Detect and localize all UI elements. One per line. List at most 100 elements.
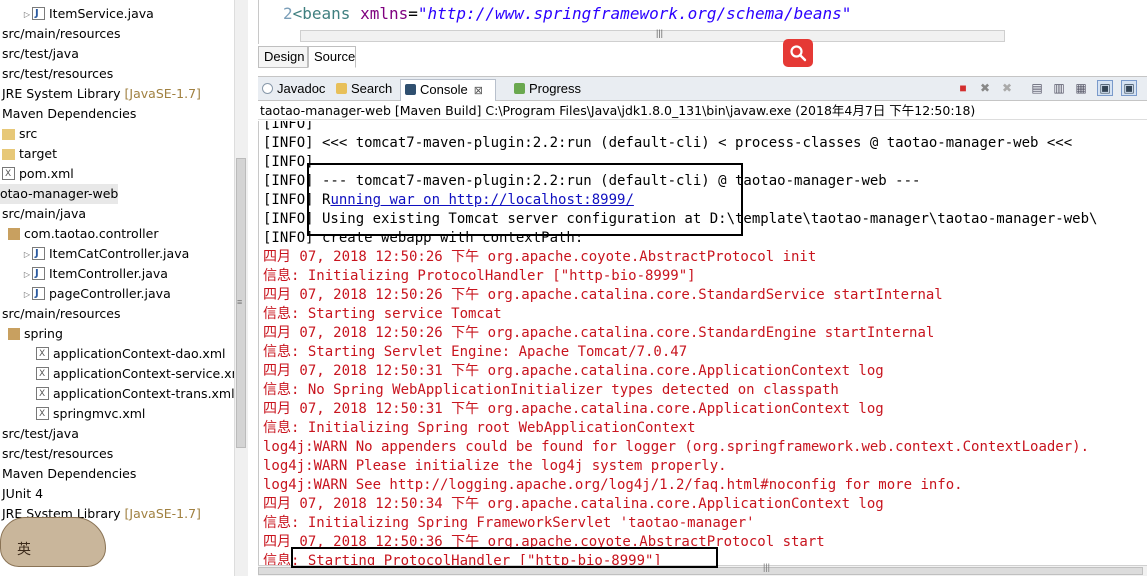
tree-item[interactable]: pom.xml: [0, 164, 74, 184]
tree-item-label: ItemCatController.java: [49, 246, 190, 261]
console-line: 四月 07, 2018 12:50:34 下午 org.apache.catal…: [263, 495, 884, 514]
console-icon: [405, 84, 416, 95]
tree-item-label: target: [19, 146, 58, 161]
close-icon[interactable]: ⊠: [474, 85, 483, 97]
tab-console[interactable]: Console ⊠: [400, 79, 496, 101]
console-line: [INFO]: [263, 121, 314, 134]
console-line: 四月 07, 2018 12:50:26 下午 org.apache.catal…: [263, 324, 934, 343]
java-file-icon: [32, 244, 45, 264]
xml-eq: =: [408, 4, 418, 23]
console-line: [INFO]: [263, 153, 314, 172]
console-line: 四月 07, 2018 12:50:31 下午 org.apache.catal…: [263, 362, 884, 381]
console-line-text: 四月 07, 2018 12:50:31 下午 org.apache.catal…: [263, 401, 884, 417]
tab-design[interactable]: Design: [258, 46, 308, 68]
tree-item[interactable]: spring: [0, 324, 63, 344]
folder-icon: [2, 129, 15, 140]
tree-item-label: src/main/resources: [2, 306, 121, 321]
console-line: 信息: No Spring WebApplicationInitializer …: [263, 381, 839, 400]
tree-item[interactable]: Maven Dependencies: [0, 464, 136, 484]
tree-item-label: pageController.java: [49, 286, 171, 301]
tree-item[interactable]: com.taotao.controller: [0, 224, 158, 244]
tree-item[interactable]: src/main/java: [0, 204, 86, 224]
console-line-text: [INFO]: [263, 154, 314, 170]
console-line: [INFO] <<< tomcat7-maven-plugin:2.2:run …: [263, 134, 1072, 153]
tree-item[interactable]: JUnit 4: [0, 484, 43, 504]
console-line: 信息: Initializing Spring root WebApplicat…: [263, 419, 696, 438]
tree-item-label: applicationContext-dao.xml: [53, 346, 226, 361]
tree-item-label: com.taotao.controller: [24, 226, 159, 241]
console-line-text: 四月 07, 2018 12:50:34 下午 org.apache.catal…: [263, 496, 884, 512]
tab-javadoc[interactable]: Javadoc: [262, 79, 325, 101]
highlight-box-starting-handler: [291, 547, 718, 568]
expand-chevron-icon[interactable]: ▷: [22, 245, 32, 265]
tree-item-label: pom.xml: [19, 166, 74, 181]
tree-item[interactable]: ▷ ItemCatController.java: [0, 244, 189, 264]
tab-search-label: Search: [351, 81, 393, 96]
search-view-icon: [336, 83, 347, 94]
project-explorer: ▷ ItemService.java src/main/resources src/t…: [0, 0, 248, 576]
terminate-icon[interactable]: ■: [955, 80, 971, 96]
console-line: log4j:WARN No appenders could be found f…: [263, 438, 1089, 457]
tree-item-label: src/test/java: [2, 426, 79, 441]
tree-item[interactable]: applicationContext-dao.xml: [0, 344, 225, 364]
console-line-text: 信息: Starting Servlet Engine: Apache Tomc…: [263, 344, 688, 360]
tree-item[interactable]: src/test/java: [0, 44, 79, 64]
expand-chevron-icon[interactable]: ▷: [22, 285, 32, 305]
tree-item[interactable]: ▷ pageController.java: [0, 284, 171, 304]
mascot-sticker: [0, 517, 106, 567]
tree-item[interactable]: src/test/resources: [0, 64, 113, 84]
tab-console-label: Console: [420, 82, 468, 97]
tree-item[interactable]: otao-manager-web: [0, 184, 119, 204]
pin-console-icon[interactable]: ▣: [1121, 80, 1137, 96]
tree-item[interactable]: springmvc.xml: [0, 404, 145, 424]
word-wrap-icon[interactable]: ▦: [1073, 80, 1089, 96]
tree-item[interactable]: src/main/resources: [0, 24, 120, 44]
tab-progress[interactable]: Progress: [514, 79, 581, 101]
console-launch-label: taotao-manager-web [Maven Build] C:\Prog…: [258, 101, 1147, 120]
remove-all-icon[interactable]: ✖: [999, 80, 1015, 96]
highlight-box-running-war: [307, 163, 743, 236]
expand-chevron-icon[interactable]: ▷: [22, 265, 32, 285]
folder-icon: [2, 149, 15, 160]
remove-launch-icon[interactable]: ✖: [977, 80, 993, 96]
xml-file-icon: [36, 384, 49, 404]
expand-chevron-icon[interactable]: ▷: [22, 5, 32, 25]
console-line: 信息: Starting Servlet Engine: Apache Tomc…: [263, 343, 687, 362]
editor-horizontal-scrollbar[interactable]: |||: [300, 28, 1005, 42]
tree-item-label: spring: [24, 326, 63, 341]
tree-item[interactable]: src: [0, 124, 37, 144]
tree-item[interactable]: src/main/resources: [0, 304, 120, 324]
tree-item[interactable]: ▷ ItemController.java: [0, 264, 168, 284]
tree-item[interactable]: applicationContext-trans.xml: [0, 384, 235, 404]
tree-item[interactable]: src/test/java: [0, 424, 79, 444]
tree-item-label: JRE System Library: [2, 86, 121, 101]
tree-item-suffix: [JavaSE-1.7]: [124, 506, 201, 521]
console-line: 信息: Starting service Tomcat: [263, 305, 502, 324]
tree-item-label: src/test/java: [2, 46, 79, 61]
search-overlay-button[interactable]: [783, 39, 813, 67]
tree-item[interactable]: src/test/resources: [0, 444, 113, 464]
console-line-text: 信息: No Spring WebApplicationInitializer …: [263, 382, 839, 398]
tree-item[interactable]: target: [0, 144, 57, 164]
clear-console-icon[interactable]: ▤: [1029, 80, 1045, 96]
scroll-lock-icon[interactable]: ▥: [1051, 80, 1067, 96]
editor-code-line[interactable]: 2<beans xmlns="http://www.springframewor…: [283, 4, 851, 23]
java-file-icon: [32, 264, 45, 284]
console-line-text: 四月 07, 2018 12:50:31 下午 org.apache.catal…: [263, 363, 884, 379]
console-line: 四月 07, 2018 12:50:26 下午 org.apache.catal…: [263, 286, 943, 305]
show-console-icon[interactable]: ▣: [1097, 80, 1113, 96]
tree-item[interactable]: applicationContext-service.xml: [0, 364, 247, 384]
tab-search[interactable]: Search: [336, 79, 392, 101]
tab-source[interactable]: Source: [308, 46, 356, 68]
console-scrollbar-thumb[interactable]: [258, 567, 1143, 575]
console-line-text: log4j:WARN No appenders could be found f…: [263, 439, 1090, 455]
tree-item[interactable]: Maven Dependencies: [0, 104, 136, 124]
tree-item-label: ItemController.java: [49, 266, 168, 281]
tree-item[interactable]: ▷ ItemService.java: [0, 4, 154, 24]
search-icon: [790, 45, 807, 62]
console-line: 四月 07, 2018 12:50:26 下午 org.apache.coyot…: [263, 248, 816, 267]
tree-item-label: src/main/resources: [2, 26, 121, 41]
tree-item-label: src: [19, 126, 38, 141]
tree-item-label: otao-manager-web: [0, 186, 119, 201]
tree-item[interactable]: JRE System Library [JavaSE-1.7]: [0, 84, 201, 104]
